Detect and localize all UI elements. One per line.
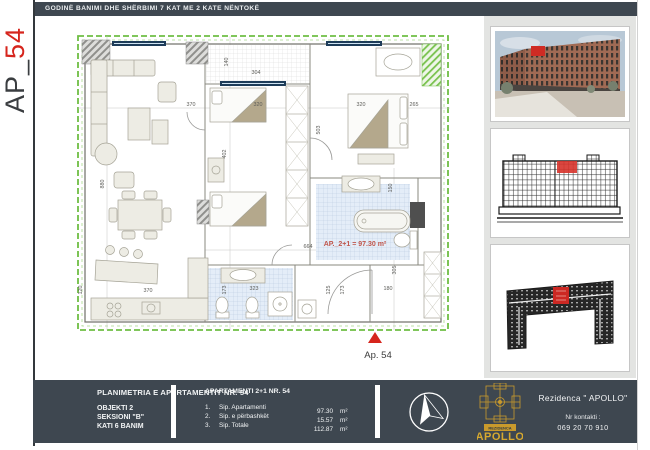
- floor-line: KATI 6 BANIM: [97, 423, 144, 430]
- row-unit: m²: [340, 417, 347, 424]
- sheet-edge-line: [637, 0, 638, 450]
- building-render-image: [495, 31, 625, 117]
- dimension-label: 664: [304, 244, 313, 250]
- header-title: GODINË BANIMI DHE SHËRBIMI 7 KAT ME 2 KA…: [35, 2, 637, 16]
- row-value: 97.30: [299, 408, 333, 415]
- dimension-label: 320: [357, 102, 366, 108]
- sheet-code-prefix: AP_: [0, 59, 30, 113]
- dimension-label: 125: [326, 286, 332, 295]
- row-number: 2.: [205, 413, 219, 420]
- dimension-label: 370: [187, 102, 196, 108]
- unit-marker-label: Ap. 54: [364, 350, 391, 361]
- elevation-drawing-panel: [490, 128, 630, 238]
- svg-text:APOLLO: APOLLO: [477, 431, 523, 441]
- dimension-label: 180: [384, 286, 393, 292]
- dimension-label: 120: [78, 286, 84, 295]
- apollo-logo-icon: REZIDENCA APOLLO: [477, 383, 523, 441]
- dimension-label: 304: [252, 70, 261, 76]
- balcony-hatch: [206, 45, 309, 83]
- sheet-code-number: 54: [0, 27, 30, 59]
- row-value: 112.87: [299, 426, 333, 433]
- section-line: SEKSIONI "B": [97, 414, 144, 421]
- dimension-label: 323: [250, 286, 259, 292]
- divider: [375, 385, 380, 438]
- divider: [171, 385, 176, 438]
- dimension-label: 150: [388, 184, 394, 193]
- building-render-panel: [490, 26, 630, 122]
- svg-text:REZIDENCA: REZIDENCA: [488, 425, 511, 430]
- key-plan-panel: [490, 244, 630, 372]
- dimension-label: 880: [100, 180, 106, 189]
- dimension-label: 140: [224, 58, 230, 67]
- dimension-label: 305: [392, 266, 398, 275]
- north-compass-icon: [407, 390, 451, 434]
- contact-label: Nr kontakti :: [521, 414, 645, 421]
- key-plan-drawing: [495, 249, 625, 367]
- sheet-code: AP_54: [0, 15, 30, 125]
- unit-marker-triangle-icon: [368, 332, 382, 343]
- area-table-row: 1.Sip. Apartamenti: [205, 404, 314, 411]
- dimension-label: 173: [222, 286, 228, 295]
- side-column: [484, 16, 636, 378]
- dimension-label: 320: [254, 102, 263, 108]
- row-unit: m²: [340, 408, 347, 415]
- apartment-area-label: AP._2+1 = 97.30 m²: [324, 241, 387, 248]
- row-number: 3.: [205, 422, 219, 429]
- title-block: PLANIMETRIA E APARTAMENTIT NR. 54 OBJEKT…: [33, 380, 637, 443]
- dimension-label: 370: [144, 288, 153, 294]
- row-unit: m²: [340, 426, 347, 433]
- area-table-row: 3.Sip. Totale: [205, 422, 314, 429]
- dimension-label: 402: [222, 150, 228, 159]
- row-number: 1.: [205, 404, 219, 411]
- contact-phone: 069 20 70 910: [521, 423, 645, 432]
- residence-name: Rezidenca " APOLLO": [521, 393, 645, 403]
- row-value: 15.57: [299, 417, 333, 424]
- floor-plan: AP._2+1 = 97.30 m² Ap. 54 370 320 320 265 30…: [58, 18, 460, 370]
- object-line: OBJEKTI 2: [97, 405, 133, 412]
- dimension-label: 265: [410, 102, 419, 108]
- dimension-label: 503: [316, 126, 322, 135]
- area-table-title: APARTAMENTI 2+1 NR. 54: [205, 388, 290, 395]
- area-table-row: 2.Sip. e përbashkët: [205, 413, 314, 420]
- dimension-label: 173: [340, 286, 346, 295]
- elevation-drawing: [495, 133, 625, 233]
